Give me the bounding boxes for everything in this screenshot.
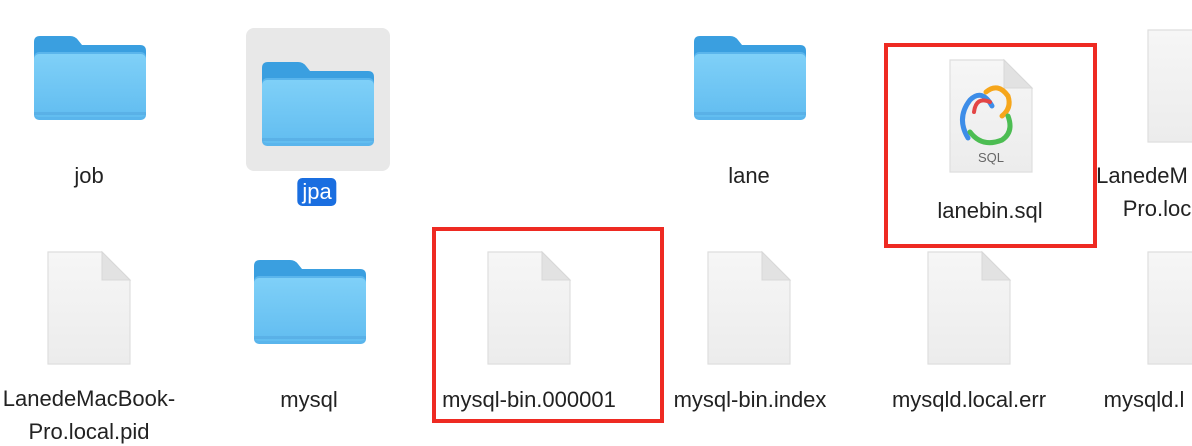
highlight-box-mysql-bin-000001 (432, 227, 664, 423)
document-icon (1144, 26, 1192, 146)
file-name-label: jpa (297, 178, 337, 206)
file-name-line-1: LanedeM (1096, 163, 1188, 188)
file-name-line-2: Pro.local.pid (28, 419, 150, 444)
highlight-box-lanebin-sql (884, 43, 1097, 248)
folder-icon (258, 58, 378, 148)
file-name-label: mysqld.l (1103, 387, 1185, 412)
folder-icon (250, 256, 370, 346)
file-name-label: mysqld.local.err (891, 387, 1047, 412)
folder-icon (690, 32, 810, 122)
document-icon (924, 248, 1014, 368)
document-icon (44, 248, 134, 368)
folder-icon (30, 32, 150, 122)
file-name-label: job (74, 163, 104, 188)
file-name-label: lane (728, 163, 770, 188)
file-name-label: mysql (280, 387, 338, 412)
file-name-line-1: LanedeMacBook- (2, 386, 176, 411)
file-name-line-2: Pro.loc (1122, 196, 1192, 221)
file-name-label: mysql-bin.index (673, 387, 827, 412)
document-icon (704, 248, 794, 368)
document-icon (1144, 248, 1192, 368)
